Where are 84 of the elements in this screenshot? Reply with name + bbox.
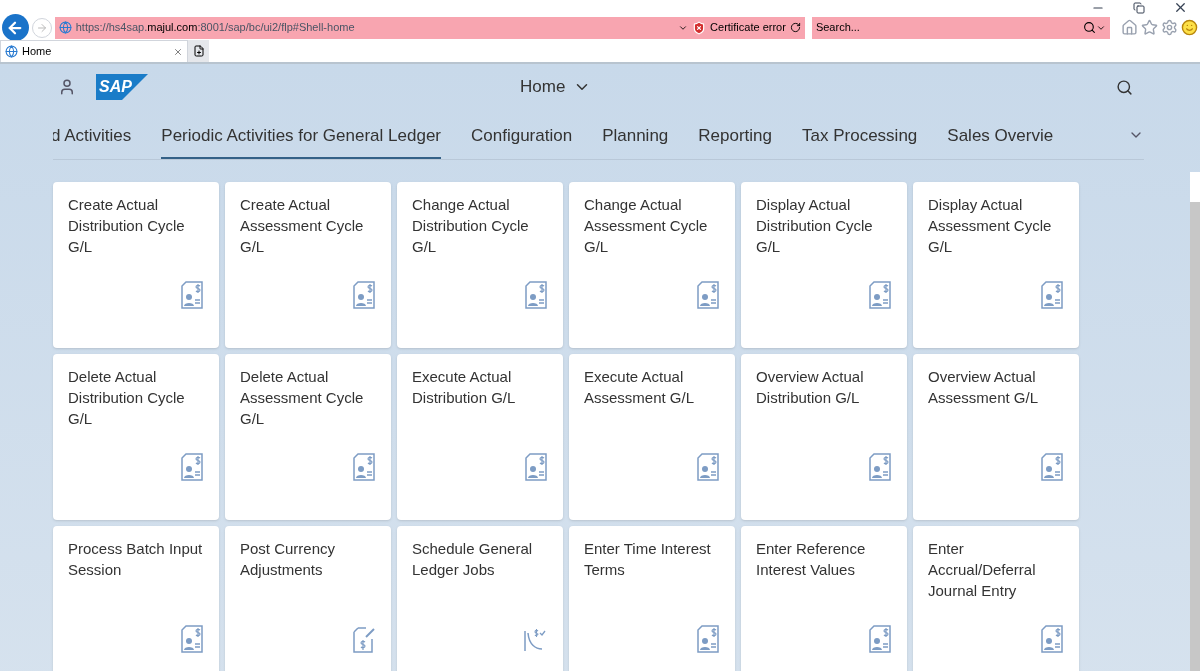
new-tab-button[interactable]: [188, 40, 209, 62]
tab[interactable]: Periodic Activities for General Ledger: [161, 123, 441, 159]
contact-dollar-document-icon: [180, 453, 204, 481]
contact-dollar-document-icon: [696, 453, 720, 481]
contact-dollar-document-icon: [868, 625, 892, 653]
browser-logo-icon: [58, 21, 72, 34]
search-field[interactable]: Search...: [811, 16, 1110, 39]
app-tile[interactable]: Change Actual Distribution Cycle G/L: [397, 182, 563, 348]
app-tile[interactable]: Delete Actual Distribution Cycle G/L: [53, 354, 219, 520]
contact-dollar-document-icon: [524, 453, 548, 481]
address-bar[interactable]: https://hs4sap.majul.com:8001/sap/bc/ui2/flp#Shell-home Certificate error: [54, 16, 805, 39]
contact-dollar-document-icon: [868, 281, 892, 309]
tile-title: Overview Actual Assessment G/L: [928, 367, 1040, 408]
contact-dollar-document-icon: [696, 625, 720, 653]
search-icon[interactable]: [1083, 21, 1096, 34]
search-icon[interactable]: [1116, 78, 1133, 96]
app-tile[interactable]: Execute Actual Distribution G/L: [397, 354, 563, 520]
home-icon[interactable]: [1121, 19, 1138, 36]
tile-title: Display Actual Distribution Cycle G/L: [756, 195, 874, 257]
tab[interactable]: Planning: [602, 123, 669, 159]
tab-title: Home: [22, 44, 53, 60]
app-tile[interactable]: Schedule General Ledger Jobs: [397, 526, 563, 671]
contact-dollar-document-icon: [352, 453, 376, 481]
app-tile[interactable]: Create Actual Assessment Cycle G/L: [225, 182, 391, 348]
home-menu[interactable]: Home: [520, 74, 592, 100]
tile-title: Delete Actual Assessment Cycle G/L: [240, 367, 365, 429]
app-tile[interactable]: Overview Actual Assessment G/L: [913, 354, 1079, 520]
close-tab-icon[interactable]: [173, 46, 183, 57]
favorites-icon[interactable]: [1141, 19, 1158, 36]
tile-title: Enter Reference Interest Values: [756, 539, 867, 580]
browser-logo-icon: [5, 45, 18, 58]
sap-logo[interactable]: SAP: [96, 74, 148, 100]
search-input[interactable]: Search...: [815, 19, 1083, 36]
app-tile[interactable]: Execute Actual Assessment G/L: [569, 354, 735, 520]
app-tile[interactable]: Display Actual Distribution Cycle G/L: [741, 182, 907, 348]
tab[interactable]: Sales Overvie: [947, 123, 1054, 159]
app-tile[interactable]: Process Batch Input Session: [53, 526, 219, 671]
dollar-document-pencil-icon: [352, 625, 376, 653]
tile-title: Create Actual Assessment Cycle G/L: [240, 195, 365, 257]
tile-title: Display Actual Assessment Cycle G/L: [928, 195, 1053, 257]
app-tile[interactable]: Change Actual Assessment Cycle G/L: [569, 182, 735, 348]
tile-title: Enter Time Interest Terms: [584, 539, 712, 580]
tile-title: Process Batch Input Session: [68, 539, 204, 580]
shield-error-icon: [692, 20, 707, 35]
contact-dollar-document-icon: [696, 281, 720, 309]
contact-dollar-document-icon: [524, 281, 548, 309]
refresh-icon[interactable]: [789, 22, 801, 33]
contact-dollar-document-icon: [180, 625, 204, 653]
tile-title: Delete Actual Distribution Cycle G/L: [68, 367, 186, 429]
tile-title: Post Currency Adjustments: [240, 539, 337, 580]
close-icon[interactable]: [1173, 0, 1188, 15]
app-tile[interactable]: Enter Accrual/Deferral Journal Entry: [913, 526, 1079, 671]
tile-title: Create Actual Distribution Cycle G/L: [68, 195, 186, 257]
certificate-error-text[interactable]: Certificate error: [710, 19, 786, 36]
tile-title: Change Actual Distribution Cycle G/L: [412, 195, 530, 257]
app-tile[interactable]: Overview Actual Distribution G/L: [741, 354, 907, 520]
user-icon[interactable]: [58, 78, 76, 96]
app-tile[interactable]: Enter Reference Interest Values: [741, 526, 907, 671]
tab[interactable]: Reporting: [698, 123, 773, 159]
tile-title: Enter Accrual/Deferral Journal Entry: [928, 539, 1037, 601]
app-tile[interactable]: Create Actual Distribution Cycle G/L: [53, 182, 219, 348]
tile-title: Change Actual Assessment Cycle G/L: [584, 195, 709, 257]
tile-title: Schedule General Ledger Jobs: [412, 539, 534, 580]
contact-dollar-document-icon: [1040, 453, 1064, 481]
url-text: https://hs4sap.majul.com:8001/sap/bc/ui2/flp#Shell-home: [75, 20, 356, 36]
tab[interactable]: Configuration: [471, 123, 573, 159]
app-tile[interactable]: Post Currency Adjustments: [225, 526, 391, 671]
back-button[interactable]: [2, 14, 29, 41]
app-tile[interactable]: Display Actual Assessment Cycle G/L: [913, 182, 1079, 348]
new-page-icon: [192, 45, 205, 57]
tile-title: Overview Actual Distribution G/L: [756, 367, 865, 408]
forward-arrow-icon: [35, 21, 48, 34]
app-tile[interactable]: Delete Actual Assessment Cycle G/L: [225, 354, 391, 520]
tile-title: Execute Actual Assessment G/L: [584, 367, 696, 408]
contact-dollar-document-icon: [352, 281, 376, 309]
tab[interactable]: Tax Processing: [802, 123, 918, 159]
restore-icon[interactable]: [1133, 1, 1145, 14]
contact-dollar-document-icon: [180, 281, 204, 309]
contact-dollar-document-icon: [1040, 625, 1064, 653]
contact-dollar-document-icon: [868, 453, 892, 481]
app-tile[interactable]: Enter Time Interest Terms: [569, 526, 735, 671]
contact-dollar-document-icon: [1040, 281, 1064, 309]
tile-title: Execute Actual Distribution G/L: [412, 367, 517, 408]
curve-dollar-check-icon: [522, 627, 548, 653]
